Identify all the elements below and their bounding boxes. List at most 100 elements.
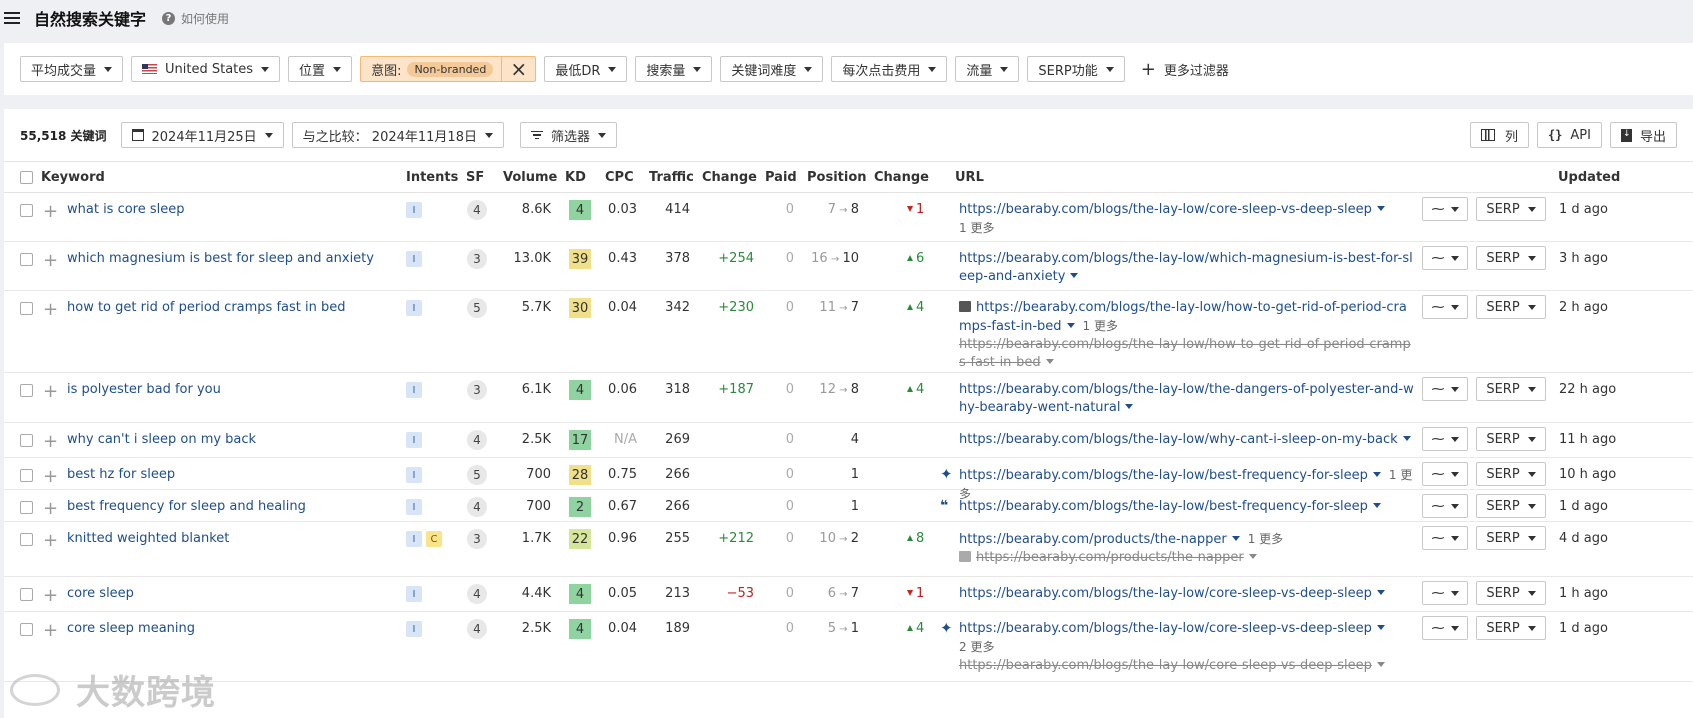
chevron-down-icon[interactable] (1376, 662, 1385, 667)
url-link[interactable]: https://bearaby.com/blogs/the-lay-low/wh… (959, 251, 1413, 284)
url-link[interactable]: https://bearaby.com/products/the-napper (959, 532, 1240, 547)
country-filter[interactable]: United States (131, 56, 281, 82)
chevron-down-icon[interactable] (1248, 554, 1257, 559)
serp-features-count[interactable]: 4 (467, 497, 487, 517)
keyword-link[interactable]: core sleep (67, 586, 134, 601)
trend-chart-button[interactable]: ⁓ (1422, 494, 1468, 518)
serp-features-count[interactable]: 3 (467, 529, 487, 549)
chevron-down-icon[interactable] (1045, 359, 1054, 364)
serp-button[interactable]: SERP (1476, 462, 1546, 486)
row-checkbox[interactable] (20, 204, 33, 217)
url-link[interactable]: https://bearaby.com/blogs/the-lay-low/ho… (959, 300, 1407, 334)
chevron-down-icon[interactable] (1372, 472, 1381, 477)
serp-features-count[interactable]: 4 (467, 584, 487, 604)
url-link[interactable]: https://bearaby.com/blogs/the-lay-low/th… (959, 382, 1414, 415)
row-checkbox[interactable] (20, 533, 33, 546)
chevron-down-icon[interactable] (1376, 206, 1385, 211)
row-checkbox[interactable] (20, 434, 33, 447)
chevron-down-icon[interactable] (1372, 503, 1381, 508)
position-filter[interactable]: 位置 (288, 56, 353, 82)
url-link[interactable]: https://bearaby.com/blogs/the-lay-low/co… (959, 586, 1385, 601)
cpc-filter[interactable]: 每次点击费用 (831, 56, 948, 82)
chevron-down-icon[interactable] (1376, 590, 1385, 595)
trend-chart-button[interactable]: ⁓ (1422, 462, 1468, 486)
serp-features-count[interactable]: 4 (467, 619, 487, 639)
serp-button[interactable]: SERP (1476, 295, 1546, 319)
keyword-link[interactable]: what is core sleep (67, 202, 185, 217)
serp-features-count[interactable]: 3 (467, 380, 487, 400)
url-link[interactable]: https://bearaby.com/blogs/the-lay-low/co… (959, 621, 1385, 636)
trend-chart-button[interactable]: ⁓ (1422, 526, 1468, 550)
serp-features-count[interactable]: 4 (467, 200, 487, 220)
trend-chart-button[interactable]: ⁓ (1422, 295, 1468, 319)
col-change[interactable]: Change (702, 170, 757, 185)
col-volume[interactable]: Volume (503, 170, 557, 185)
trend-chart-button[interactable]: ⁓ (1422, 581, 1468, 605)
serp-features-count[interactable]: 5 (467, 298, 487, 318)
row-checkbox[interactable] (20, 469, 33, 482)
col-cpc[interactable]: CPC (605, 170, 634, 185)
col-keyword[interactable]: Keyword (41, 170, 105, 185)
col-url[interactable]: URL (955, 170, 984, 185)
intent-filter[interactable]: 意图: Non-branded × (360, 56, 537, 82)
url-link[interactable]: https://bearaby.com/blogs/the-lay-low/co… (959, 202, 1385, 217)
serp-button[interactable]: SERP (1476, 427, 1546, 451)
more-urls-link[interactable]: 1 更多 (959, 221, 994, 235)
url-link[interactable]: https://bearaby.com/blogs/the-lay-low/be… (959, 499, 1381, 514)
keyword-link[interactable]: core sleep meaning (67, 621, 195, 636)
search-volume-filter[interactable]: 搜索量 (635, 56, 713, 82)
menu-icon[interactable] (4, 12, 20, 24)
add-to-list-icon[interactable]: + (43, 500, 58, 518)
col-updated[interactable]: Updated (1558, 170, 1620, 185)
trend-chart-button[interactable]: ⁓ (1422, 197, 1468, 221)
serp-features-count[interactable]: 4 (467, 430, 487, 450)
keyword-link[interactable]: is polyester bad for you (67, 382, 221, 397)
trend-chart-button[interactable]: ⁓ (1422, 616, 1468, 640)
keyword-link[interactable]: which magnesium is best for sleep and an… (67, 251, 374, 266)
add-to-list-icon[interactable]: + (43, 622, 58, 640)
serp-features-count[interactable]: 5 (467, 465, 487, 485)
serp-button[interactable]: SERP (1476, 581, 1546, 605)
serp-button[interactable]: SERP (1476, 197, 1546, 221)
serp-button[interactable]: SERP (1476, 526, 1546, 550)
add-to-list-icon[interactable]: + (43, 203, 58, 221)
avg-volume-filter[interactable]: 平均成交量 (20, 56, 124, 82)
previous-url[interactable]: https://bearaby.com/products/the-napper (959, 549, 1414, 567)
row-checkbox[interactable] (20, 253, 33, 266)
keyword-link[interactable]: how to get rid of period cramps fast in … (67, 300, 345, 315)
keyword-link[interactable]: best hz for sleep (67, 467, 175, 482)
row-checkbox[interactable] (20, 588, 33, 601)
api-button[interactable]: {} API (1536, 122, 1602, 148)
url-link[interactable]: https://bearaby.com/blogs/the-lay-low/be… (959, 468, 1381, 483)
col-intents[interactable]: Intents (406, 170, 458, 185)
url-link[interactable]: https://bearaby.com/blogs/the-lay-low/wh… (959, 432, 1411, 447)
previous-url[interactable]: https://bearaby.com/blogs/the-lay-low/co… (959, 657, 1414, 675)
col-position-change[interactable]: Change (874, 170, 929, 185)
row-checkbox[interactable] (20, 501, 33, 514)
compare-picker[interactable]: 与之比较： 2024年11月18日 (291, 122, 504, 148)
chevron-down-icon[interactable] (1070, 273, 1079, 278)
add-to-list-icon[interactable]: + (43, 532, 58, 550)
serp-button[interactable]: SERP (1476, 616, 1546, 640)
min-dr-filter[interactable]: 最低DR (544, 56, 628, 82)
serp-features-count[interactable]: 3 (467, 249, 487, 269)
keyword-link[interactable]: best frequency for sleep and healing (67, 499, 306, 514)
more-filters-button[interactable]: + 更多过滤器 (1141, 59, 1229, 80)
date-picker[interactable]: 2024年11月25日 (120, 122, 284, 148)
add-to-list-icon[interactable]: + (43, 587, 58, 605)
add-to-list-icon[interactable]: + (43, 301, 58, 319)
columns-button[interactable]: 列 (1469, 122, 1529, 148)
kd-filter[interactable]: 关键词难度 (720, 56, 824, 82)
chevron-down-icon[interactable] (1231, 536, 1240, 541)
chevron-down-icon[interactable] (1125, 404, 1134, 409)
serp-button[interactable]: SERP (1476, 246, 1546, 270)
keyword-link[interactable]: knitted weighted blanket (67, 531, 229, 546)
chevron-down-icon[interactable] (1376, 625, 1385, 630)
add-to-list-icon[interactable]: + (43, 252, 58, 270)
filter-button[interactable]: 筛选器 (519, 122, 617, 148)
chevron-down-icon[interactable] (1066, 323, 1075, 328)
row-checkbox[interactable] (20, 302, 33, 315)
close-icon[interactable]: × (501, 57, 535, 81)
help-link[interactable]: ? 如何使用 (162, 10, 229, 27)
col-position[interactable]: Position (807, 170, 867, 185)
